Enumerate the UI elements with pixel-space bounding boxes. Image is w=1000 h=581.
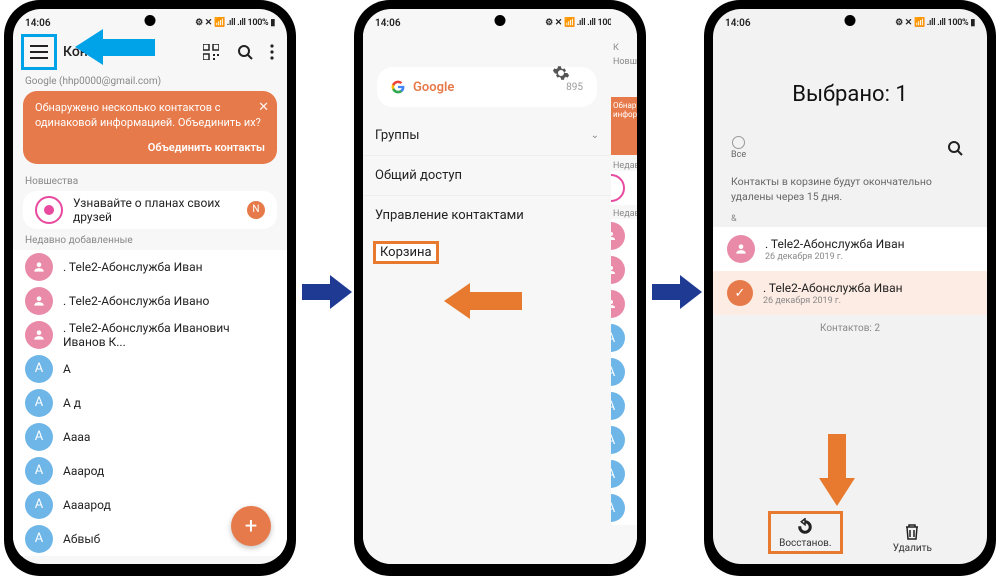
- avatar: [611, 256, 625, 284]
- contact-row[interactable]: АА: [13, 352, 287, 386]
- search-icon[interactable]: [941, 134, 969, 162]
- menu-manage[interactable]: Управление контактами: [363, 195, 611, 235]
- avatar: [25, 287, 53, 315]
- contact-name: . Tele2-Абонслужба Иван: [63, 260, 203, 274]
- avatar: А: [611, 426, 625, 454]
- avatar: А: [611, 358, 625, 386]
- contact-row[interactable]: . Tele2-Абонслужба Иванович Иванов К...: [13, 318, 287, 352]
- guide-arrow-orange-2: [815, 434, 859, 506]
- clock: 14:06: [725, 18, 751, 29]
- avatar: А: [25, 491, 53, 519]
- clock: 14:06: [25, 18, 51, 29]
- restore-button[interactable]: Восстанов.: [768, 511, 842, 554]
- hamburger-icon[interactable]: [25, 38, 53, 66]
- avatar: А: [25, 355, 53, 383]
- contact-row[interactable]: А Аааа: [13, 420, 287, 454]
- status-icons: ⚙ ✕ 📶 .ıll .ıll 100% ▮: [195, 18, 275, 28]
- avatar: А: [25, 389, 53, 417]
- avatar: А: [611, 324, 625, 352]
- news-avatar: [35, 196, 63, 224]
- recent-header: Недавно добавленные: [13, 229, 287, 250]
- menu-trash[interactable]: Корзина: [373, 241, 439, 264]
- menu-groups[interactable]: Группы⌄: [363, 115, 611, 155]
- contact-row[interactable]: . Tele2-Абонслужба Иван: [13, 250, 287, 284]
- qr-icon[interactable]: [197, 38, 225, 66]
- guide-arrow-blue: [75, 25, 155, 70]
- trash-row[interactable]: ✓ . Tele2-Абонслужба Иван26 декабря 2019 …: [713, 271, 987, 315]
- background-peek: К Новш Обнар инфор Недав Недав АААААА: [611, 9, 637, 564]
- contact-name: Аааа: [63, 430, 90, 444]
- contact-row-peek: А: [611, 355, 637, 389]
- checkmark-icon: ✓: [727, 280, 753, 306]
- trash-name: . Tele2-Абонслужба Иван: [765, 237, 905, 251]
- gear-icon[interactable]: [547, 59, 575, 87]
- merge-card[interactable]: Обнаружено несколько контактов с одинако…: [23, 91, 277, 164]
- avatar: [611, 222, 625, 250]
- google-label: Google: [413, 80, 454, 95]
- avatar: А: [25, 457, 53, 485]
- avatar: [727, 235, 755, 263]
- avatar: [25, 321, 53, 349]
- contact-row-peek: А: [611, 321, 637, 355]
- selection-title: Выбрано: 1: [713, 82, 987, 107]
- contact-name: . Tele2-Абонслужба Ивано: [63, 294, 209, 308]
- contact-count: Контактов: 2: [713, 323, 987, 334]
- add-contact-fab[interactable]: +: [231, 506, 271, 546]
- trash-date: 26 декабря 2019 г.: [763, 296, 903, 306]
- contact-name: А д: [63, 396, 81, 410]
- contact-name: Абвыб: [63, 532, 100, 546]
- contact-row-peek: А: [611, 423, 637, 457]
- account-label: Google (hhp0000@gmail.com): [13, 70, 287, 91]
- contact-row[interactable]: А Ааарод: [13, 454, 287, 488]
- select-all[interactable]: Все: [731, 136, 746, 160]
- trash-info: Контакты в корзине будут окончательно уд…: [713, 165, 987, 214]
- avatar: А: [611, 460, 625, 488]
- merge-text: Обнаружено несколько контактов с одинако…: [35, 101, 261, 129]
- avatar: А: [25, 423, 53, 451]
- avatar: [25, 253, 53, 281]
- close-icon[interactable]: ✕: [258, 99, 269, 117]
- contact-row-peek: [611, 219, 637, 253]
- status-icons: ⚙ ✕ 📶 .ıll .ıll 100% ▮: [895, 18, 975, 28]
- contact-name: . Tele2-Абонслужба Иванович Иванов К...: [63, 321, 275, 349]
- avatar: А: [611, 494, 625, 522]
- clock: 14:06: [375, 18, 401, 29]
- google-icon: [391, 80, 405, 94]
- radio-unchecked-icon: [732, 136, 745, 149]
- contact-row-peek: А: [611, 389, 637, 423]
- contacts-screen: 14:06 ⚙ ✕ 📶 .ıll .ıll 100% ▮ Контакты Go…: [13, 9, 287, 564]
- trash-icon: [904, 523, 920, 541]
- news-row[interactable]: Узнавайте о планах своих друзей N: [23, 191, 277, 229]
- contact-row-peek: А: [611, 491, 637, 525]
- guide-arrow-orange-1: [444, 279, 522, 323]
- delete-button[interactable]: Удалить: [893, 523, 932, 554]
- hamburger-highlight: [21, 34, 57, 70]
- news-header: Новшества: [13, 170, 287, 191]
- search-icon[interactable]: [231, 38, 259, 66]
- trash-name: . Tele2-Абонслужба Иван: [763, 281, 903, 295]
- avatar: [611, 290, 625, 318]
- transition-arrow-2: [652, 272, 702, 312]
- restore-icon: [796, 518, 814, 536]
- contact-row-peek: [611, 253, 637, 287]
- letter-header: &: [713, 214, 987, 227]
- contact-row-peek: А: [611, 457, 637, 491]
- trash-row[interactable]: . Tele2-Абонслужба Иван26 декабря 2019 г…: [713, 227, 987, 271]
- contact-row[interactable]: АА д: [13, 386, 287, 420]
- news-text: Узнавайте о планах своих друзей: [73, 196, 237, 224]
- contact-name: Ааарод: [63, 464, 104, 478]
- avatar: А: [611, 392, 625, 420]
- more-icon[interactable]: [265, 38, 279, 66]
- contact-name: А: [63, 362, 71, 376]
- trash-date: 26 декабря 2019 г.: [765, 252, 905, 262]
- avatar: А: [25, 525, 53, 553]
- menu-share[interactable]: Общий доступ: [363, 155, 611, 195]
- contact-row[interactable]: . Tele2-Абонслужба Ивано: [13, 284, 287, 318]
- transition-arrow-1: [302, 272, 352, 312]
- merge-action[interactable]: Объединить контакты: [35, 141, 265, 156]
- contact-row-peek: [611, 287, 637, 321]
- news-badge: N: [247, 201, 265, 219]
- contact-name: Аааарод: [63, 498, 111, 512]
- chevron-down-icon: ⌄: [591, 130, 599, 141]
